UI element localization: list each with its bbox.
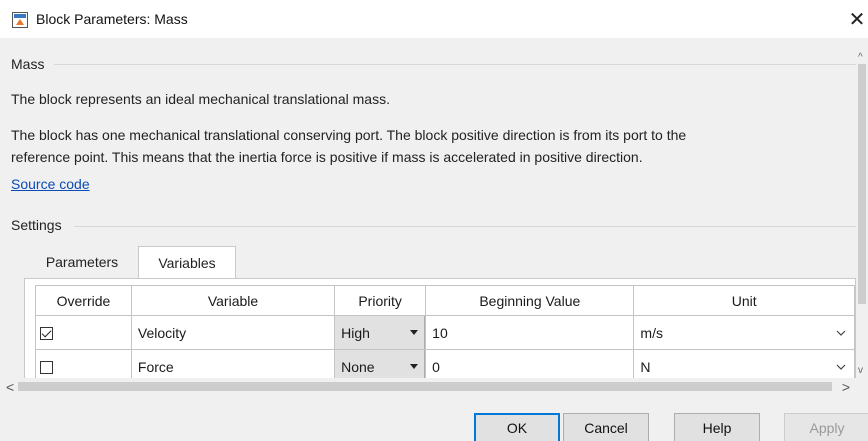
variable-name: Force xyxy=(130,349,336,378)
dropdown-arrow-icon xyxy=(410,330,419,335)
table-row: Velocity High 10 m/s xyxy=(35,315,855,350)
window-title: Block Parameters: Mass xyxy=(36,11,188,27)
dialog-content: Mass The block represents an ideal mecha… xyxy=(0,50,856,378)
override-cell xyxy=(35,315,132,350)
variable-name: Velocity xyxy=(130,315,336,350)
close-icon: ✕ xyxy=(848,8,866,31)
header-beginning-value: Beginning Value xyxy=(425,285,635,316)
scroll-up-icon[interactable]: ^ xyxy=(858,52,863,63)
scroll-down-icon[interactable]: v xyxy=(858,365,863,376)
mass-description-1: The block represents an ideal mechanical… xyxy=(11,91,390,107)
mass-section-title: Mass xyxy=(11,56,45,72)
force-beginning-value-input[interactable]: 0 xyxy=(425,349,635,378)
scroll-left-icon[interactable]: < xyxy=(6,379,14,395)
header-variable: Variable xyxy=(130,285,336,316)
unit-cell: m/s xyxy=(633,315,855,350)
header-priority: Priority xyxy=(334,285,427,316)
velocity-unit-dropdown[interactable]: m/s xyxy=(640,316,854,349)
unit-value: m/s xyxy=(640,324,663,341)
override-cell xyxy=(35,349,132,378)
title-bar: Block Parameters: Mass ✕ xyxy=(0,0,868,38)
apply-button[interactable]: Apply xyxy=(784,413,868,441)
chevron-down-icon xyxy=(836,364,846,370)
unit-value: N xyxy=(640,358,651,375)
settings-section-title: Settings xyxy=(11,217,62,233)
force-priority-dropdown[interactable]: None xyxy=(335,350,426,378)
tab-parameters[interactable]: Parameters xyxy=(28,246,136,278)
header-override: Override xyxy=(35,285,132,316)
simulink-app-icon xyxy=(12,12,28,28)
velocity-priority-dropdown[interactable]: High xyxy=(335,316,426,349)
priority-value: High xyxy=(341,324,370,341)
cancel-button[interactable]: Cancel xyxy=(563,413,649,441)
chevron-down-icon xyxy=(836,330,846,336)
header-unit: Unit xyxy=(633,285,855,316)
unit-cell: N xyxy=(633,349,855,378)
horizontal-scrollbar[interactable]: < > xyxy=(0,378,856,395)
table-header-row: Override Variable Priority Beginning Val… xyxy=(35,285,855,316)
horizontal-scroll-thumb[interactable] xyxy=(18,382,832,391)
velocity-override-checkbox[interactable] xyxy=(40,327,53,341)
table-row: Force None 0 N xyxy=(35,349,855,378)
vertical-scrollbar[interactable]: ^ v xyxy=(856,50,868,378)
settings-section-divider xyxy=(74,226,856,227)
mass-description-2-line-1: The block has one mechanical translation… xyxy=(11,127,687,143)
mass-section-divider xyxy=(54,64,856,65)
source-code-link[interactable]: Source code xyxy=(11,176,90,192)
close-button[interactable]: ✕ xyxy=(846,0,868,38)
dropdown-arrow-icon xyxy=(410,364,419,369)
priority-cell: None xyxy=(334,349,427,378)
help-button[interactable]: Help xyxy=(674,413,760,441)
force-unit-dropdown[interactable]: N xyxy=(640,350,854,378)
priority-value: None xyxy=(341,358,375,375)
variables-tab-panel: Override Variable Priority Beginning Val… xyxy=(24,278,856,378)
tab-variables[interactable]: Variables xyxy=(138,246,236,279)
mass-description-2-line-2: reference point. This means that the ine… xyxy=(11,149,643,165)
priority-cell: High xyxy=(334,315,427,350)
ok-button[interactable]: OK xyxy=(474,413,560,441)
velocity-beginning-value-input[interactable]: 10 xyxy=(425,315,635,350)
vertical-scroll-thumb[interactable] xyxy=(858,64,866,304)
force-override-checkbox[interactable] xyxy=(40,361,53,375)
variables-table: Override Variable Priority Beginning Val… xyxy=(35,285,855,378)
scroll-right-icon[interactable]: > xyxy=(842,379,850,395)
